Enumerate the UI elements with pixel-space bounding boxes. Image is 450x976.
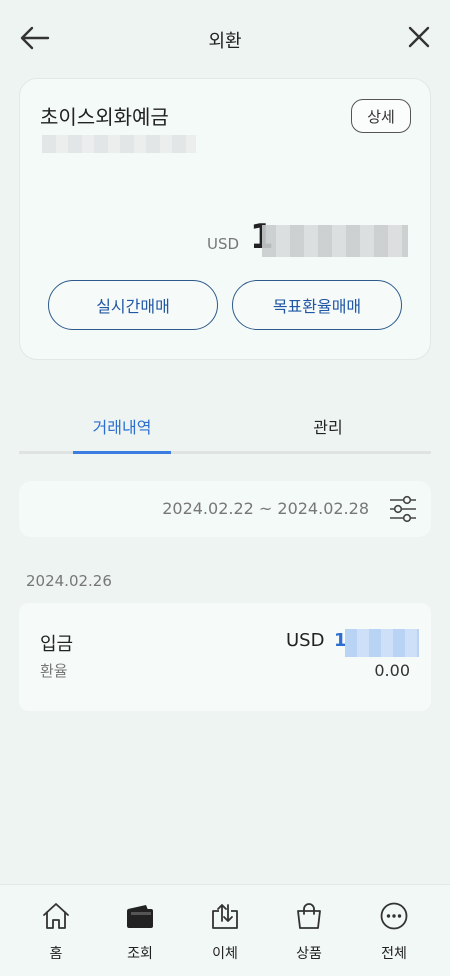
shopping-bag-icon: [297, 903, 321, 929]
header: 외환: [0, 0, 450, 78]
nav-products-label: 상품: [296, 946, 322, 962]
nav-inquiry-label: 조회: [127, 946, 153, 962]
close-button[interactable]: [402, 22, 436, 54]
active-tab-indicator: [73, 451, 171, 454]
nav-all[interactable]: 전체: [349, 885, 439, 976]
nav-inquiry[interactable]: 조회: [95, 885, 185, 976]
tab-manage[interactable]: 관리: [279, 414, 377, 438]
transaction-amount-mask: [345, 629, 419, 657]
date-range: 2024.02.22 ~ 2024.02.28: [162, 499, 369, 518]
filter-sliders-icon: [390, 495, 416, 523]
account-name: 초이스외화예금: [40, 105, 169, 129]
transaction-item[interactable]: 입금 환율 USD 1, 0.00: [19, 603, 431, 711]
transaction-currency: USD: [286, 630, 325, 651]
nav-transfer-label: 이체: [212, 946, 238, 962]
bottom-nav: 홈 조회 이체 상품 전체: [0, 884, 450, 976]
home-icon: [43, 903, 69, 929]
transaction-group-date: 2024.02.26: [26, 572, 112, 590]
nav-home[interactable]: 홈: [11, 885, 101, 976]
nav-all-label: 전체: [381, 946, 407, 962]
close-icon: [408, 26, 430, 48]
filter-button[interactable]: [387, 494, 419, 524]
transaction-sub-label: 환율: [40, 662, 68, 680]
transaction-type: 입금: [40, 634, 74, 655]
account-card: 초이스외화예금 상세 USD 1 실시간매매 목표환율매매: [19, 78, 431, 360]
transaction-rate: 0.00: [374, 661, 410, 680]
page-title: 외환: [208, 31, 242, 52]
date-filter-bar[interactable]: 2024.02.22 ~ 2024.02.28: [19, 481, 431, 537]
tab-bar: 거래내역 관리: [19, 404, 431, 454]
wallet-icon: [127, 905, 153, 928]
nav-home-label: 홈: [49, 946, 63, 962]
realtime-trade-button[interactable]: 실시간매매: [48, 280, 218, 330]
tab-history[interactable]: 거래내역: [73, 414, 171, 438]
balance-mask: [262, 225, 408, 257]
nav-transfer[interactable]: 이체: [180, 885, 270, 976]
detail-button[interactable]: 상세: [351, 99, 411, 133]
target-rate-trade-button[interactable]: 목표환율매매: [232, 280, 402, 330]
account-number-masked: [42, 135, 196, 153]
nav-products[interactable]: 상품: [264, 885, 354, 976]
balance-currency: USD: [207, 235, 240, 253]
more-icon: [380, 902, 408, 930]
transfer-icon: [212, 904, 238, 929]
